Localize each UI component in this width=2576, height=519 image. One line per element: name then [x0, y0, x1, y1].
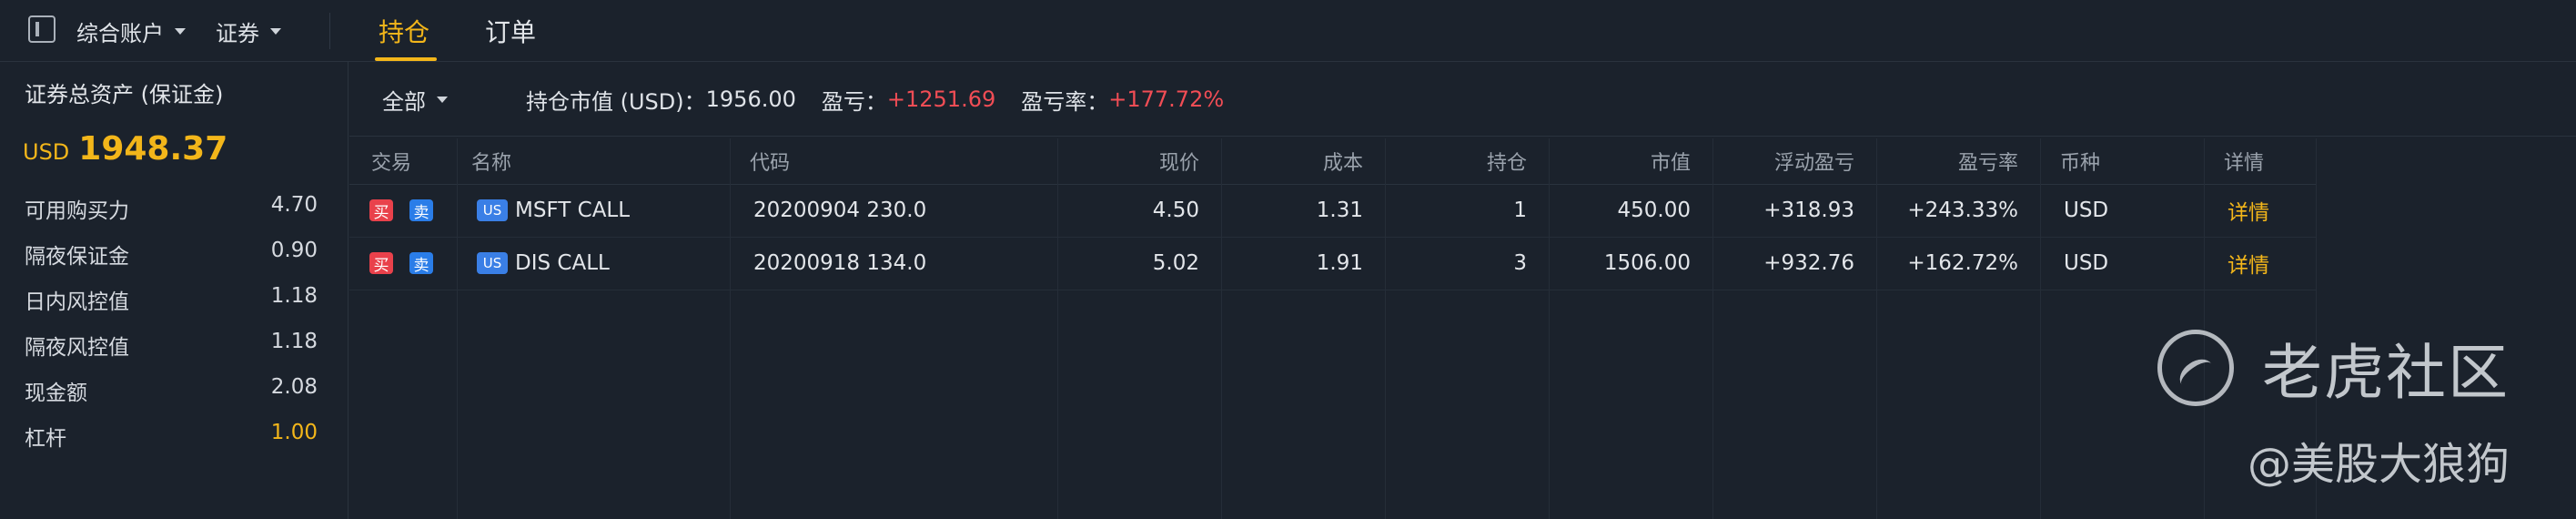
pnl-rate-value: +177.72%	[1108, 86, 1225, 112]
metric-overnight-risk: 隔夜风控值 1.18	[25, 330, 318, 361]
table-cell-pnl-rate: +243.33%	[1907, 198, 2018, 222]
column-header-market-value[interactable]: 市值	[1549, 138, 1691, 184]
table-cell-market-value: 1506.00	[1603, 251, 1691, 275]
table-cell-price: 5.02	[1152, 251, 1199, 275]
column-header-pnl-rate[interactable]: 盈亏率	[1876, 138, 2018, 184]
buy-button[interactable]: 买	[369, 252, 393, 275]
table-cell-name[interactable]: US MSFT CALL	[477, 184, 630, 237]
divider	[329, 13, 330, 49]
buy-button[interactable]: 买	[369, 199, 393, 222]
pnl-rate-label: 盈亏率：	[1021, 88, 1109, 115]
table-cell-price: 4.50	[1152, 198, 1199, 222]
column-header-floating-pnl[interactable]: 浮动盈亏	[1712, 138, 1854, 184]
sell-button[interactable]: 卖	[409, 252, 433, 275]
us-market-badge: US	[477, 199, 508, 221]
security-name: MSFT CALL	[515, 198, 631, 222]
metric-value: 2.08	[270, 375, 318, 399]
active-tab-indicator	[375, 57, 437, 61]
column-divider	[2204, 138, 2205, 519]
metric-value: 0.90	[270, 239, 318, 262]
column-header-detail[interactable]: 详情	[2224, 138, 2264, 184]
watermark-community: 老虎社区	[2262, 338, 2510, 408]
table-cell-code: 20200904 230.0	[753, 198, 927, 222]
metric-label: 可用购买力	[25, 199, 129, 223]
security-name: DIS CALL	[515, 251, 610, 275]
chevron-down-icon	[175, 27, 186, 35]
table-cell-floating-pnl: +932.76	[1763, 251, 1854, 275]
market-selector[interactable]: 证券	[216, 0, 281, 62]
detail-link[interactable]: 详情	[2227, 237, 2269, 290]
sidebar-toggle-icon[interactable]	[28, 15, 56, 43]
column-header-qty[interactable]: 持仓	[1385, 138, 1527, 184]
column-header-price[interactable]: 现价	[1057, 138, 1199, 184]
table-cell-qty: 1	[1513, 198, 1527, 222]
metric-value: 1.18	[270, 284, 318, 308]
metric-label: 日内风控值	[25, 290, 129, 314]
column-header-name[interactable]: 名称	[471, 138, 511, 184]
table-cell-cost: 1.31	[1316, 198, 1363, 222]
metric-label: 隔夜保证金	[25, 245, 129, 269]
chevron-down-icon	[437, 96, 448, 103]
table-cell-code: 20200918 134.0	[753, 251, 927, 275]
total-assets-title: 证券总资产 (保证金)	[25, 82, 224, 107]
metric-label: 杠杆	[25, 427, 66, 451]
metric-value: 1.00	[270, 421, 318, 444]
pnl-label: 盈亏：	[821, 88, 887, 115]
detail-link[interactable]: 详情	[2227, 184, 2269, 237]
column-header-cost[interactable]: 成本	[1221, 138, 1363, 184]
column-divider	[2040, 138, 2041, 519]
column-divider	[730, 138, 731, 519]
market-selector-label: 证券	[216, 20, 259, 46]
metric-leverage: 杠杆 1.00	[25, 421, 318, 452]
pnl-value: +1251.69	[886, 86, 996, 112]
table-cell-qty: 3	[1513, 251, 1527, 275]
table-cell-market-value: 450.00	[1617, 198, 1691, 222]
table-cell-pnl-rate: +162.72%	[1907, 251, 2018, 275]
table-cell-floating-pnl: +318.93	[1763, 198, 1854, 222]
metric-value: 4.70	[270, 193, 318, 217]
account-selector-label: 综合账户	[76, 20, 164, 46]
metric-label: 隔夜风控值	[25, 336, 129, 360]
tab-orders[interactable]: 订单	[485, 0, 536, 62]
top-bar: 综合账户 证券 持仓 订单	[0, 0, 2576, 62]
table-cell-name[interactable]: US DIS CALL	[477, 237, 610, 290]
column-divider	[457, 138, 458, 519]
tiger-logo-icon	[2157, 330, 2234, 406]
total-assets-value: USD 1948.37	[23, 130, 227, 168]
filter-label: 全部	[382, 88, 426, 115]
column-header-currency[interactable]: 币种	[2060, 138, 2100, 184]
assets-amount: 1948.37	[78, 130, 228, 168]
position-summary: 持仓市值 (USD)： 1956.00 盈亏： +1251.69 盈亏率： +1…	[526, 62, 1224, 137]
sell-button[interactable]: 卖	[409, 199, 433, 222]
metric-overnight-margin: 隔夜保证金 0.90	[25, 239, 318, 270]
metric-label: 现金额	[25, 382, 87, 405]
table-cell-currency: USD	[2064, 251, 2109, 275]
table-cell-currency: USD	[2064, 198, 2109, 222]
table-row-trade-actions: 买 卖	[369, 237, 433, 290]
watermark-author: @美股大狼狗	[2248, 439, 2510, 490]
assets-currency: USD	[23, 139, 70, 165]
filter-dropdown[interactable]: 全部	[382, 62, 448, 137]
table-row-trade-actions: 买 卖	[369, 184, 433, 237]
us-market-badge: US	[477, 252, 508, 274]
column-header-code[interactable]: 代码	[750, 138, 790, 184]
market-value-label: 持仓市值 (USD)：	[526, 88, 706, 115]
metric-value: 1.18	[270, 330, 318, 353]
market-value: 1956.00	[705, 86, 796, 112]
metric-intraday-risk: 日内风控值 1.18	[25, 284, 318, 315]
metric-cash: 现金额 2.08	[25, 375, 318, 406]
table-cell-cost: 1.91	[1316, 251, 1363, 275]
tab-positions[interactable]: 持仓	[379, 0, 429, 62]
column-header-trade[interactable]: 交易	[371, 138, 411, 184]
account-selector[interactable]: 综合账户	[76, 0, 186, 62]
metric-buying-power: 可用购买力 4.70	[25, 193, 318, 224]
chevron-down-icon	[270, 27, 281, 35]
